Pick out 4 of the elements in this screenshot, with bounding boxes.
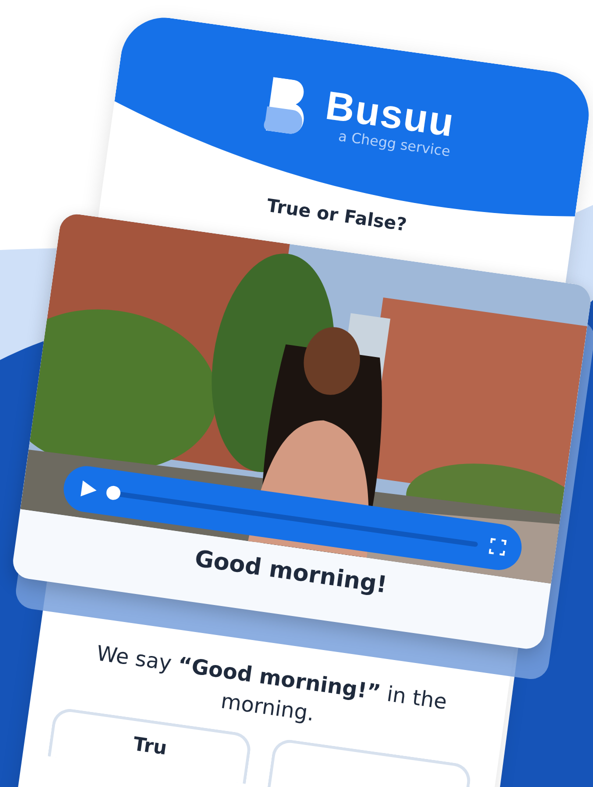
video-caption: Good morning! — [193, 546, 389, 599]
progress-thumb[interactable] — [105, 484, 122, 500]
question-heading: True or False? — [265, 195, 408, 236]
fullscreen-icon[interactable] — [488, 538, 507, 556]
